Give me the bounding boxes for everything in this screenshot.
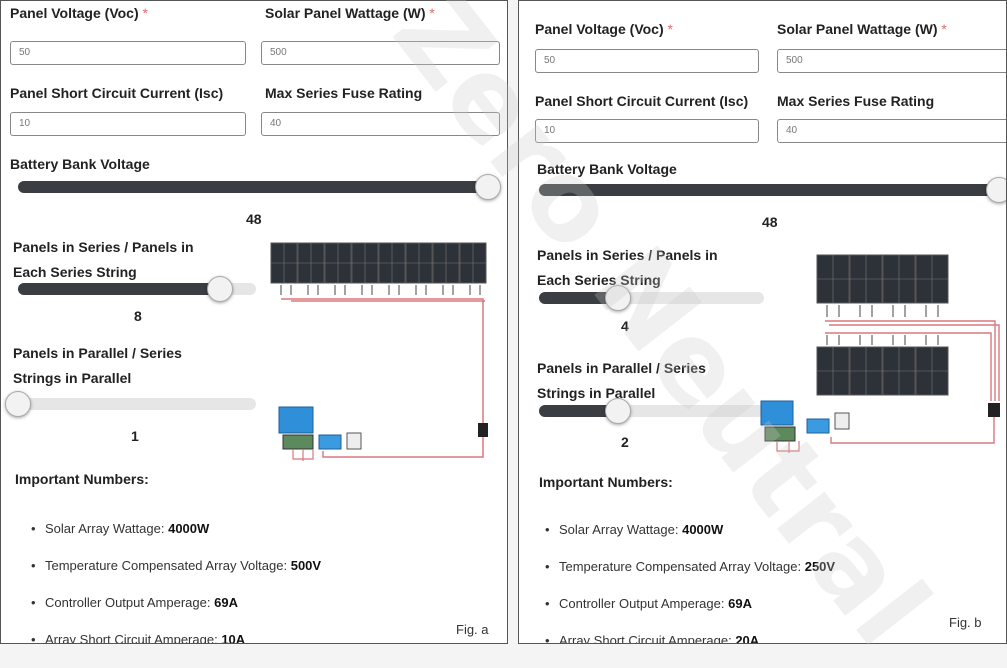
voc-label: Panel Voltage (Voc) *	[535, 21, 673, 37]
series-value: 4	[621, 318, 629, 334]
fuse-label: Max Series Fuse Rating	[777, 93, 935, 109]
battery-voltage-value: 48	[246, 211, 262, 227]
voc-input[interactable]: 50	[10, 41, 246, 65]
slider-thumb[interactable]	[986, 177, 1006, 203]
required-mark: *	[142, 5, 148, 21]
wattage-input[interactable]: 500	[777, 49, 1006, 73]
parallel-slider[interactable]	[539, 398, 764, 424]
fuse-input[interactable]: 40	[777, 119, 1006, 143]
array-wiring-diagram	[760, 254, 1000, 453]
parallel-label: Panels in Parallel / Series Strings in Pa…	[13, 345, 182, 386]
required-mark: *	[941, 21, 947, 37]
battery-icon	[346, 432, 362, 450]
slider-fill	[18, 181, 488, 193]
series-slider[interactable]	[18, 276, 256, 302]
important-numbers-heading: Important Numbers:	[539, 474, 673, 490]
battery-icon	[282, 434, 314, 450]
charge-controller-icon	[806, 418, 830, 434]
list-item: Controller Output Amperage: 69A	[31, 595, 321, 632]
isc-label: Panel Short Circuit Current (Isc)	[535, 93, 749, 109]
battery-voltage-label: Battery Bank Voltage	[10, 156, 150, 172]
series-label: Panels in Series / Panels in Each Series …	[537, 247, 718, 288]
required-mark: *	[667, 21, 673, 37]
parallel-slider[interactable]	[5, 391, 256, 417]
important-numbers-list: Solar Array Wattage: 4000W Temperature C…	[545, 522, 835, 643]
series-value: 8	[134, 308, 142, 324]
list-item: Temperature Compensated Array Voltage: 2…	[545, 559, 835, 596]
voc-input[interactable]: 50	[535, 49, 759, 73]
parallel-value: 1	[131, 428, 139, 444]
list-item: Solar Array Wattage: 4000W	[545, 522, 835, 559]
slider-fill	[539, 184, 999, 196]
slider-thumb[interactable]	[5, 391, 31, 417]
slider-fill	[18, 283, 221, 295]
battery-icon	[834, 412, 850, 430]
isc-label: Panel Short Circuit Current (Isc)	[10, 85, 224, 101]
combiner-box-icon	[988, 403, 1000, 417]
figure-label: Fig. b	[949, 615, 982, 630]
combiner-box-icon	[478, 423, 488, 437]
list-item: Temperature Compensated Array Voltage: 5…	[31, 558, 321, 595]
list-item: Controller Output Amperage: 69A	[545, 596, 835, 633]
required-mark: *	[429, 5, 435, 21]
solar-panel-string	[270, 242, 487, 284]
figure-label: Fig. a	[456, 622, 489, 637]
important-numbers-list: Solar Array Wattage: 4000W Temperature C…	[31, 521, 321, 643]
wattage-input[interactable]: 500	[261, 41, 500, 65]
slider-thumb[interactable]	[604, 285, 631, 311]
battery-voltage-value: 48	[762, 214, 778, 230]
isc-input[interactable]: 10	[535, 119, 759, 143]
charge-controller-icon	[278, 406, 314, 434]
fuse-input[interactable]: 40	[261, 112, 500, 136]
battery-voltage-slider[interactable]	[18, 174, 501, 200]
charge-controller-icon	[318, 434, 342, 450]
slider-thumb[interactable]	[604, 398, 631, 424]
series-slider[interactable]	[539, 285, 764, 311]
calculator-panel-fig-a: Panel Voltage (Voc) * 50 Solar Panel Wat…	[0, 0, 508, 644]
list-item: Solar Array Wattage: 4000W	[31, 521, 321, 558]
fuse-label: Max Series Fuse Rating	[265, 85, 423, 101]
wattage-label: Solar Panel Wattage (W) *	[265, 5, 435, 21]
important-numbers-heading: Important Numbers:	[15, 471, 149, 487]
array-wiring-diagram	[270, 242, 488, 461]
wattage-label: Solar Panel Wattage (W) *	[777, 21, 947, 37]
solar-panel-string-bottom	[816, 346, 949, 396]
battery-voltage-label: Battery Bank Voltage	[537, 161, 677, 177]
series-label: Panels in Series / Panels in Each Series …	[13, 239, 194, 280]
calculator-panel-fig-b: Panel Voltage (Voc) * 50 Solar Panel Wat…	[518, 0, 1007, 644]
list-item: Array Short Circuit Amperage: 20A	[545, 633, 835, 643]
voc-label: Panel Voltage (Voc) *	[10, 5, 148, 21]
slider-thumb[interactable]	[207, 276, 234, 302]
battery-icon	[764, 426, 796, 442]
parallel-value: 2	[621, 434, 629, 450]
charge-controller-icon	[760, 400, 794, 426]
solar-panel-string-top	[816, 254, 949, 304]
slider-thumb[interactable]	[475, 174, 501, 200]
isc-input[interactable]: 10	[10, 112, 246, 136]
battery-voltage-slider[interactable]	[539, 177, 1006, 203]
list-item: Array Short Circuit Amperage: 10A	[31, 632, 321, 643]
